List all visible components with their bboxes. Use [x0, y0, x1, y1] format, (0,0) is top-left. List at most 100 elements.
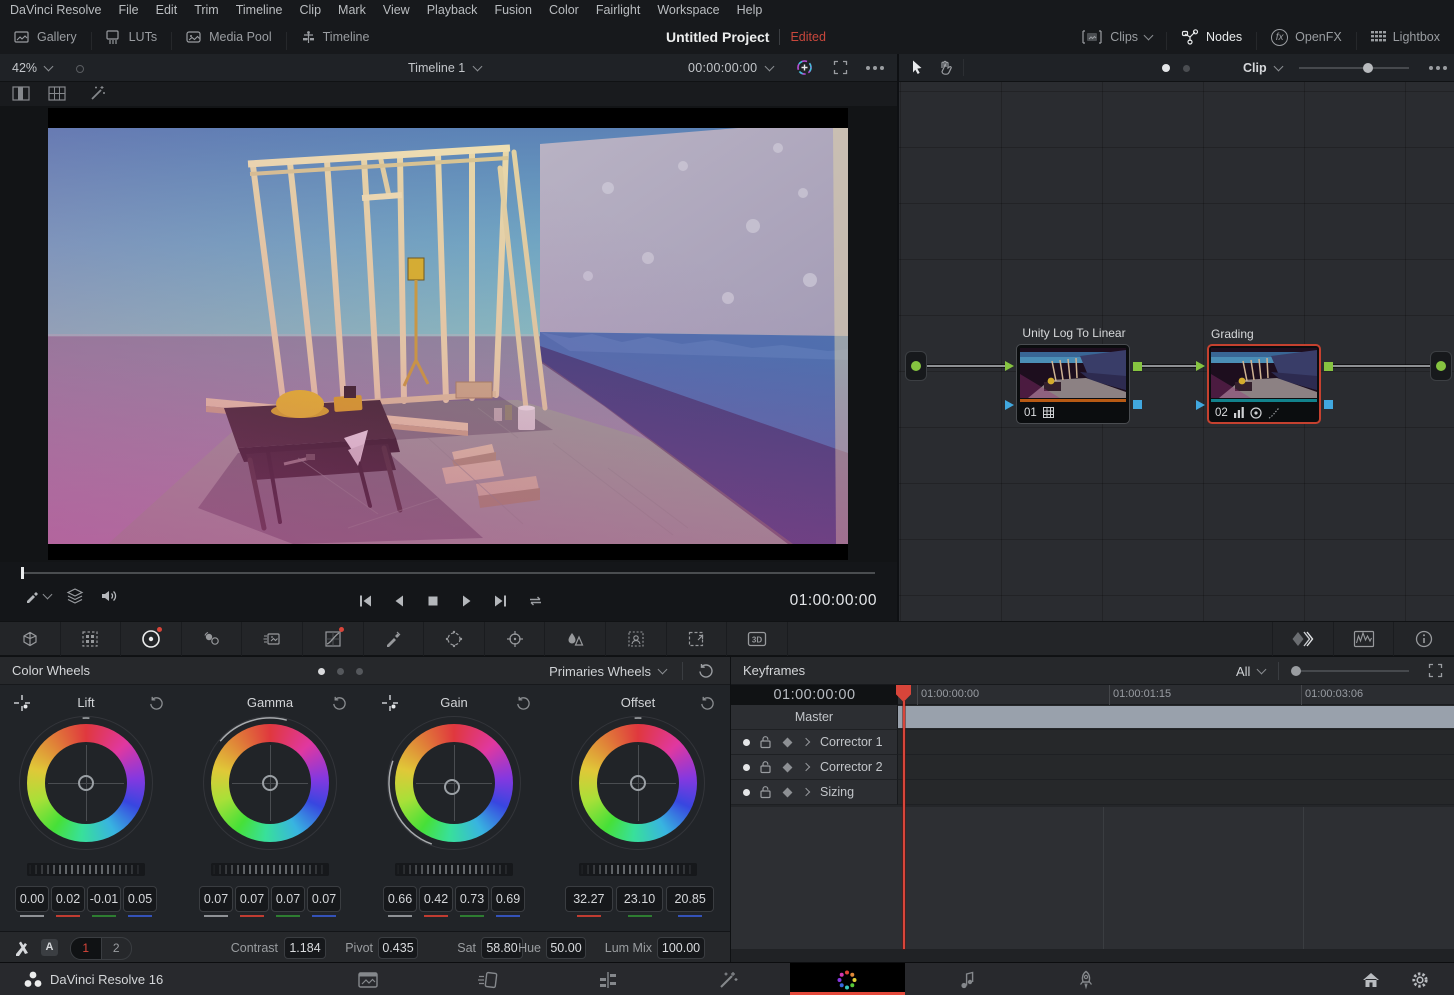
gamma-reset-icon[interactable]: [331, 695, 347, 711]
keyframe-diamond-icon[interactable]: [783, 762, 793, 772]
node-02[interactable]: Grading 02: [1207, 344, 1321, 424]
gain-reset-icon[interactable]: [515, 695, 531, 711]
key-input-port[interactable]: [1196, 400, 1205, 410]
grade-tools-icon[interactable]: [13, 939, 33, 957]
wheel-page-switcher[interactable]: 1 2: [70, 937, 132, 960]
pivot-value[interactable]: 0.435: [378, 937, 418, 959]
luts-button[interactable]: LUTs: [92, 20, 171, 54]
nodes-button[interactable]: Nodes: [1167, 20, 1256, 54]
gain-g-value[interactable]: 0.73: [455, 886, 489, 912]
chevron-down-icon[interactable]: [473, 61, 483, 71]
menu-mark[interactable]: Mark: [338, 3, 366, 17]
enhance-icon[interactable]: [796, 59, 813, 76]
gamma-master-slider[interactable]: [211, 863, 329, 876]
qualifier-tab[interactable]: [364, 622, 425, 656]
track-header[interactable]: Master: [731, 705, 898, 730]
offset-wheel[interactable]: [568, 713, 708, 853]
offset-r-value[interactable]: 32.27: [565, 886, 613, 912]
node-mode-selector[interactable]: Clip: [1243, 61, 1267, 75]
keyframe-diamond-icon[interactable]: [783, 787, 793, 797]
keyframe-diamond-icon[interactable]: [783, 737, 793, 747]
menu-edit[interactable]: Edit: [156, 3, 178, 17]
page-2-button[interactable]: 2: [102, 938, 132, 959]
lift-b-value[interactable]: 0.05: [123, 886, 157, 912]
menu-fusion[interactable]: Fusion: [494, 3, 532, 17]
lift-wheel[interactable]: [16, 713, 156, 853]
scrubber-playhead[interactable]: [21, 567, 24, 579]
lum-mix-value[interactable]: 100.00: [657, 937, 705, 959]
wheel-page-dot-1[interactable]: [318, 668, 325, 675]
track-enable-dot[interactable]: [743, 739, 750, 746]
lock-icon[interactable]: [759, 785, 772, 799]
settings-button[interactable]: [1408, 968, 1432, 992]
chevron-down-icon[interactable]: [1273, 61, 1283, 71]
wheel-page-dot-2[interactable]: [337, 668, 344, 675]
menu-file[interactable]: File: [118, 3, 138, 17]
node-zoom-slider[interactable]: [1299, 67, 1409, 69]
media-pool-button[interactable]: Media Pool: [172, 20, 286, 54]
node-page-dot-2[interactable]: [1183, 65, 1190, 72]
rgb-mixer-tab[interactable]: [182, 622, 243, 656]
keyframe-ruler[interactable]: 01:00:00:00 01:00:01:15 01:00:03:06: [898, 685, 1454, 705]
expand-panel-icon[interactable]: [1428, 663, 1443, 678]
menu-fairlight[interactable]: Fairlight: [596, 3, 640, 17]
menu-color[interactable]: Color: [549, 3, 579, 17]
key-output-port[interactable]: [1324, 400, 1333, 409]
hue-value[interactable]: 50.00: [546, 937, 586, 959]
auto-balance-button[interactable]: A: [41, 939, 58, 956]
clips-button[interactable]: Clips: [1067, 20, 1166, 54]
gain-r-value[interactable]: 0.42: [419, 886, 453, 912]
lock-icon[interactable]: [759, 760, 772, 774]
grid-view-icon[interactable]: [48, 86, 66, 101]
scopes-tab[interactable]: [1334, 622, 1395, 656]
offset-reset-icon[interactable]: [699, 695, 715, 711]
chevron-down-icon[interactable]: [765, 61, 775, 71]
key-output-port[interactable]: [1133, 400, 1142, 409]
menu-trim[interactable]: Trim: [194, 3, 219, 17]
menu-playback[interactable]: Playback: [427, 3, 478, 17]
camera-raw-tab[interactable]: [0, 622, 61, 656]
menu-view[interactable]: View: [383, 3, 410, 17]
track-lane[interactable]: [898, 730, 1454, 755]
playhead-line[interactable]: [903, 701, 905, 949]
lift-y-value[interactable]: 0.00: [15, 886, 49, 912]
blur-tab[interactable]: [545, 622, 606, 656]
color-picker-icon[interactable]: [24, 588, 51, 604]
gain-master-slider[interactable]: [395, 863, 513, 876]
openfx-button[interactable]: fx OpenFX: [1257, 20, 1356, 54]
lift-r-value[interactable]: 0.02: [51, 886, 85, 912]
layers-icon[interactable]: [66, 588, 84, 604]
power-windows-tab[interactable]: [424, 622, 485, 656]
gamma-y-value[interactable]: 0.07: [199, 886, 233, 912]
slider-handle[interactable]: [1291, 666, 1301, 676]
offset-b-value[interactable]: 20.85: [666, 886, 714, 912]
reset-all-icon[interactable]: [697, 662, 714, 679]
loop-button[interactable]: [518, 586, 552, 616]
keyframe-filter-selector[interactable]: All: [1236, 664, 1250, 679]
track-header[interactable]: Corrector 1: [731, 730, 898, 755]
gain-b-value[interactable]: 0.69: [491, 886, 525, 912]
stereo-3d-tab[interactable]: 3D: [727, 622, 788, 656]
expand-viewer-icon[interactable]: [833, 60, 848, 75]
audio-icon[interactable]: [100, 588, 118, 604]
stop-button[interactable]: [416, 586, 450, 616]
gain-wheel[interactable]: [384, 713, 524, 853]
page-1-button[interactable]: 1: [71, 938, 102, 959]
viewer-timeline-selector[interactable]: Timeline 1: [408, 61, 465, 75]
goto-end-button[interactable]: [484, 586, 518, 616]
wheel-page-dot-3[interactable]: [356, 668, 363, 675]
menu-workspace[interactable]: Workspace: [657, 3, 719, 17]
tracker-tab[interactable]: [485, 622, 546, 656]
lift-g-value[interactable]: -0.01: [87, 886, 121, 912]
track-enable-dot[interactable]: [743, 764, 750, 771]
page-fairlight[interactable]: [955, 968, 979, 992]
track-header[interactable]: Sizing: [731, 780, 898, 805]
node-01[interactable]: Unity Log To Linear 01: [1016, 344, 1130, 424]
timeline-button[interactable]: Timeline: [287, 20, 384, 54]
track-header[interactable]: Corrector 2: [731, 755, 898, 780]
track-enable-dot[interactable]: [743, 789, 750, 796]
rgb-input-port[interactable]: [1005, 361, 1014, 371]
chevron-right-icon[interactable]: [802, 763, 810, 771]
viewer-header-timecode[interactable]: 00:00:00:00: [688, 61, 757, 75]
lift-picker-icon[interactable]: [13, 694, 31, 712]
